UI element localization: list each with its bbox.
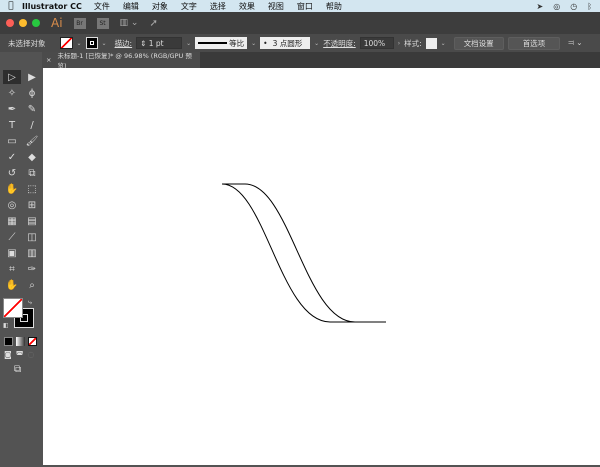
swap-fill-stroke-icon[interactable]: ⤷ — [28, 298, 32, 307]
chevron-down-icon[interactable]: ⌄ — [251, 40, 256, 47]
menu-help[interactable]: 帮助 — [326, 1, 342, 12]
send-icon[interactable]: ➤ — [537, 2, 544, 11]
curvature-tool-icon[interactable]: ✎ — [23, 102, 41, 116]
gradient-mode-icon[interactable] — [16, 337, 25, 346]
stock-button[interactable]: St — [96, 17, 109, 29]
menu-effect[interactable]: 效果 — [239, 1, 255, 12]
align-options-icon[interactable]: ⫤ ⌄ — [568, 38, 582, 48]
line-tool-icon[interactable]: / — [23, 118, 41, 132]
time-machine-icon[interactable]: ◷ — [570, 2, 577, 11]
creative-cloud-icon[interactable]: ◎ — [553, 2, 560, 11]
title-bar: Ai Br St ▥ ⌄ ➚ — [0, 12, 600, 34]
pen-tool-icon[interactable]: ✒ — [3, 102, 21, 116]
draw-normal-icon[interactable]: ◙ — [4, 350, 12, 359]
chevron-down-icon[interactable]: ⌄ — [186, 40, 191, 47]
fill-box[interactable] — [3, 298, 23, 318]
document-tab[interactable]: × 未标题-1 [已恢复]* @ 96.98% (RGB/GPU 预览) — [42, 52, 200, 70]
lasso-icon[interactable]: ϕ — [23, 86, 41, 100]
graphic-style-swatch[interactable] — [425, 37, 437, 49]
stepper-icon[interactable]: ⇕ — [140, 39, 149, 48]
menu-object[interactable]: 对象 — [152, 1, 168, 12]
none-mode-icon[interactable] — [28, 337, 37, 346]
scale-tool-icon[interactable]: ⧉ — [23, 166, 41, 180]
stroke-weight-input[interactable]: ⇕ 1 pt — [136, 37, 183, 49]
selection-tool-icon[interactable]: ▷ — [3, 70, 21, 84]
chevron-down-icon[interactable]: ⌄ — [102, 40, 107, 47]
variable-width-profile[interactable]: 等比 — [195, 37, 248, 49]
close-tab-icon[interactable]: × — [46, 56, 51, 64]
app-menu[interactable]: Illustrator CC — [22, 2, 82, 11]
direct-selection-tool-icon[interactable]: ▶ — [23, 70, 41, 84]
eraser-icon[interactable]: ◆ — [23, 150, 41, 164]
rectangle-tool-icon[interactable]: ▭ — [3, 134, 21, 148]
draw-inside-icon[interactable]: ◌ — [28, 350, 35, 359]
menu-edit[interactable]: 编辑 — [123, 1, 139, 12]
symbol-sprayer-icon[interactable]: ▣ — [3, 246, 21, 260]
menu-select[interactable]: 选择 — [210, 1, 226, 12]
rotate-tool-icon[interactable]: ↺ — [3, 166, 21, 180]
artboard-tool-icon[interactable]: ⌗ — [3, 262, 21, 276]
magic-wand-icon[interactable]: ✧ — [3, 86, 21, 100]
gradient-tool-icon[interactable]: ▤ — [23, 214, 41, 228]
draw-behind-icon[interactable]: ◚ — [16, 350, 24, 359]
preferences-button[interactable]: 首选项 — [507, 36, 561, 50]
fill-stroke-widget[interactable]: ⤷ ◧ — [0, 298, 42, 334]
fill-swatch[interactable] — [59, 37, 73, 49]
artwork — [221, 183, 386, 323]
menu-type[interactable]: 文字 — [181, 1, 197, 12]
default-fill-stroke-icon[interactable]: ◧ — [3, 322, 9, 329]
style-label: 样式: — [404, 38, 422, 48]
menu-view[interactable]: 视图 — [268, 1, 284, 12]
warp-tool-icon[interactable]: ✋ — [3, 182, 21, 196]
chevron-right-icon[interactable]: › — [398, 40, 400, 47]
artboard-canvas[interactable] — [43, 68, 600, 465]
chevron-down-icon[interactable]: ⌄ — [314, 40, 319, 47]
bluetooth-icon[interactable]: ᛒ — [587, 2, 592, 11]
free-transform-icon[interactable]: ⬚ — [23, 182, 41, 196]
tools-panel: ▷ ▶ ✧ ϕ ✒ ✎ T / ▭ 🖌 ✓ ◆ ↺ ⧉ ✋ ⬚ ◎ ⊞ ▦ ▤ ⟋ ◫ ▣ ▥ ⌗ ✑ ✋ ⌕ ⤷ ◧ ◙ ◚ ◌ ⧉ — [0, 68, 42, 465]
shaper-tool-icon[interactable]: ✓ — [3, 150, 21, 164]
opacity-label[interactable]: 不透明度: — [323, 38, 356, 49]
apple-icon[interactable]:  — [0, 1, 22, 11]
selection-status: 未选择对象 — [8, 38, 46, 48]
illustrator-logo: Ai — [51, 16, 63, 30]
blend-tool-icon[interactable]: ◫ — [23, 230, 41, 244]
zoom-window-button[interactable] — [32, 19, 40, 27]
stroke-label[interactable]: 描边: — [115, 38, 133, 49]
paintbrush-icon[interactable]: 🖌 — [23, 134, 41, 148]
close-window-button[interactable] — [6, 19, 14, 27]
menu-file[interactable]: 文件 — [94, 1, 110, 12]
chevron-down-icon[interactable]: ⌄ — [441, 40, 446, 47]
gpu-performance-icon[interactable]: ➚ — [149, 18, 157, 29]
color-mode-icon[interactable] — [4, 337, 13, 346]
document-setup-button[interactable]: 文档设置 — [453, 36, 504, 50]
arrange-documents-icon[interactable]: ▥ ⌄ — [120, 18, 139, 28]
menu-bar:  Illustrator CC 文件 编辑 对象 文字 选择 效果 视图 窗口… — [0, 0, 600, 12]
bridge-button[interactable]: Br — [73, 17, 86, 29]
s-curve-inner-path[interactable] — [221, 183, 386, 323]
shape-builder-icon[interactable]: ◎ — [3, 198, 21, 212]
mesh-tool-icon[interactable]: ▦ — [3, 214, 21, 228]
document-tab-title: 未标题-1 [已恢复]* @ 96.98% (RGB/GPU 预览) — [57, 52, 192, 70]
perspective-grid-icon[interactable]: ⊞ — [23, 198, 41, 212]
slice-tool-icon[interactable]: ✑ — [23, 262, 41, 276]
document-tab-bar: × 未标题-1 [已恢复]* @ 96.98% (RGB/GPU 预览) — [42, 52, 600, 70]
s-curve-outer-path[interactable] — [222, 183, 386, 323]
screen-mode-icon[interactable]: ⧉ — [14, 364, 42, 375]
brush-definition[interactable]: • 3 点圆形 — [260, 37, 311, 49]
stroke-swatch[interactable] — [85, 37, 98, 49]
opacity-input[interactable]: 100% — [359, 37, 394, 49]
type-tool-icon[interactable]: T — [3, 118, 21, 132]
chevron-down-icon[interactable]: ⌄ — [77, 40, 82, 47]
menu-window[interactable]: 窗口 — [297, 1, 313, 12]
zoom-tool-icon[interactable]: ⌕ — [23, 278, 41, 292]
minimize-window-button[interactable] — [19, 19, 27, 27]
eyedropper-icon[interactable]: ⟋ — [3, 230, 21, 244]
graph-tool-icon[interactable]: ▥ — [23, 246, 41, 260]
hand-tool-icon[interactable]: ✋ — [3, 278, 21, 292]
